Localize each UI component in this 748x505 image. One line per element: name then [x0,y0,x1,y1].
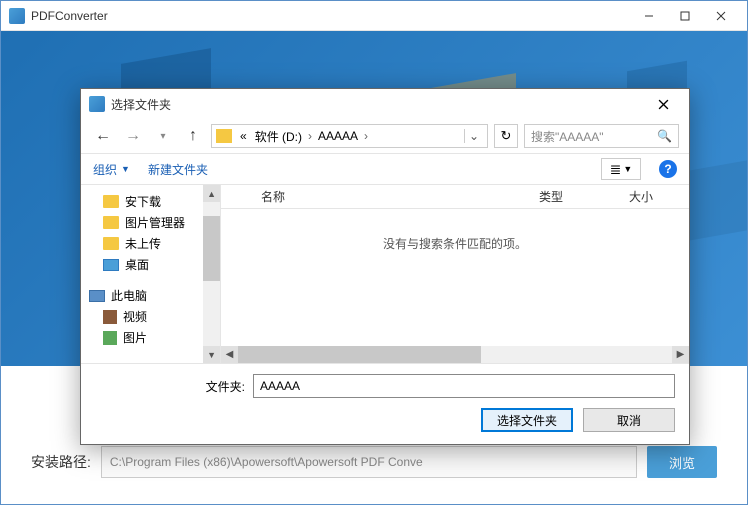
select-folder-button[interactable]: 选择文件夹 [481,408,573,432]
tree-item[interactable]: 图片管理器 [81,212,203,233]
file-list: 名称 类型 大小 没有与搜索条件匹配的项。 ◀ ▶ [221,185,689,363]
breadcrumb-seg-1[interactable]: 软件 (D:) [251,128,306,145]
scroll-thumb[interactable] [203,216,220,281]
col-size[interactable]: 大小 [619,188,689,205]
main-title: PDFConverter [31,9,631,23]
tree-item[interactable]: 视频 [81,306,203,327]
cancel-button[interactable]: 取消 [583,408,675,432]
search-placeholder: 搜索"AAAAA" [531,128,604,145]
folder-tree[interactable]: 安下载 图片管理器 未上传 桌面 此电脑 视频 图片 [81,185,203,363]
dialog-content: 安下载 图片管理器 未上传 桌面 此电脑 视频 图片 ▲ ▼ 名称 类型 大小 … [81,185,689,363]
list-hscrollbar[interactable]: ◀ ▶ [221,346,689,363]
video-icon [103,310,117,324]
organize-menu[interactable]: 组织▼ [93,161,130,178]
tree-item[interactable]: 桌面 [81,254,203,275]
scroll-right-button[interactable]: ▶ [672,346,689,363]
scroll-up-button[interactable]: ▲ [203,185,220,202]
col-name[interactable]: 名称 [221,188,529,205]
search-input[interactable]: 搜索"AAAAA" 🔍 [524,124,679,148]
tree-item[interactable]: 图片 [81,327,203,348]
folder-picker-dialog: 选择文件夹 ← → ▾ ↑ « 软件 (D:) › AAAAA › ⌄ ↻ 搜索… [80,88,690,445]
tree-item[interactable]: 安下载 [81,191,203,212]
nav-bar: ← → ▾ ↑ « 软件 (D:) › AAAAA › ⌄ ↻ 搜索"AAAAA… [81,119,689,153]
nav-forward-button[interactable]: → [121,124,145,148]
folder-field-label: 文件夹: [95,378,245,395]
col-type[interactable]: 类型 [529,188,619,205]
dialog-icon [89,96,105,112]
nav-back-button[interactable]: ← [91,124,115,148]
tree-scrollbar[interactable]: ▲ ▼ [203,185,220,363]
folder-name-input[interactable] [253,374,675,398]
tree-item-pc[interactable]: 此电脑 [81,285,203,306]
install-path-input[interactable]: C:\Program Files (x86)\Apowersoft\Apower… [101,446,637,478]
scroll-down-button[interactable]: ▼ [203,346,220,363]
maximize-button[interactable] [667,1,703,31]
refresh-button[interactable]: ↻ [494,124,518,148]
breadcrumb-dropdown[interactable]: ⌄ [464,129,483,143]
view-options-button[interactable]: ≣ ▼ [601,158,641,180]
chevron-right-icon: › [362,129,370,143]
new-folder-button[interactable]: 新建文件夹 [148,161,208,178]
breadcrumb[interactable]: « 软件 (D:) › AAAAA › ⌄ [211,124,488,148]
list-header: 名称 类型 大小 [221,185,689,209]
close-button[interactable] [703,1,739,31]
nav-up-button[interactable]: ↑ [181,124,205,148]
scroll-left-button[interactable]: ◀ [221,346,238,363]
scroll-thumb[interactable] [238,346,481,363]
breadcrumb-prefix: « [236,129,251,143]
tree-item[interactable]: 未上传 [81,233,203,254]
folder-icon [216,129,232,143]
breadcrumb-seg-2[interactable]: AAAAA [314,129,362,143]
main-titlebar: PDFConverter [1,1,747,31]
help-button[interactable]: ? [659,160,677,178]
picture-icon [103,331,117,345]
dialog-close-button[interactable] [645,89,681,119]
minimize-button[interactable] [631,1,667,31]
desktop-icon [103,259,119,271]
chevron-down-icon: ▼ [121,164,130,174]
dialog-footer: 文件夹: 选择文件夹 取消 [81,363,689,444]
app-icon [9,8,25,24]
empty-message: 没有与搜索条件匹配的项。 [221,209,689,346]
search-icon: 🔍 [657,129,672,143]
toolbar: 组织▼ 新建文件夹 ≣ ▼ ? [81,153,689,185]
browse-button[interactable]: 浏览 [647,446,717,478]
pc-icon [89,290,105,302]
nav-history-dropdown[interactable]: ▾ [151,124,175,148]
install-path-label: 安装路径: [31,452,91,472]
chevron-right-icon: › [306,129,314,143]
dialog-titlebar: 选择文件夹 [81,89,689,119]
dialog-title: 选择文件夹 [111,96,645,113]
